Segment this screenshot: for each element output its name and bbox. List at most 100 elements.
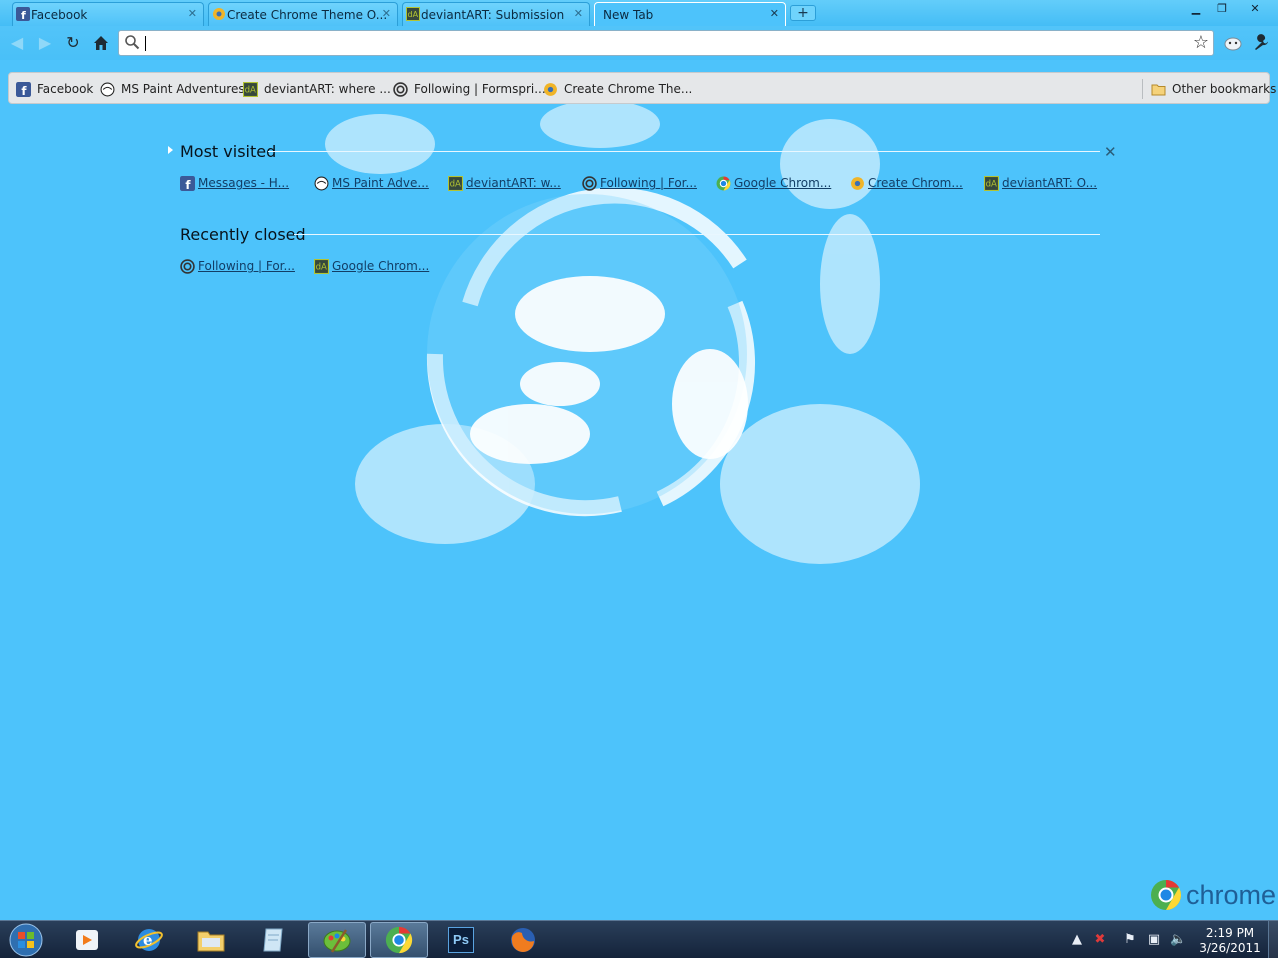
chrome-logo: chrome [1150, 878, 1276, 912]
taskbar-paint-app[interactable] [308, 922, 366, 958]
tab-new-tab[interactable]: New Tab ✕ [594, 2, 786, 26]
bookmark-label: MS Paint Adventures [121, 82, 245, 96]
reload-button[interactable]: ↻ [62, 32, 84, 54]
taskbar-firefox[interactable] [494, 922, 552, 958]
most-visited-link[interactable]: MS Paint Adve... [332, 176, 429, 190]
windows-start-icon [9, 923, 43, 957]
taskbar-internet-explorer[interactable]: e [120, 922, 178, 958]
close-tab-icon[interactable]: ✕ [188, 7, 197, 20]
tab-facebook[interactable]: f Facebook ✕ [12, 2, 204, 26]
wrench-icon [1255, 34, 1268, 50]
close-tab-icon[interactable]: ✕ [770, 7, 779, 20]
start-button[interactable] [2, 922, 50, 958]
most-visited-link[interactable]: Create Chrom... [868, 176, 963, 190]
most-visited-link[interactable]: Google Chrom... [734, 176, 831, 190]
forward-button[interactable]: ▶ [34, 32, 56, 54]
deviantart-icon: dA [448, 175, 463, 191]
facebook-icon: f [16, 81, 31, 97]
home-icon [94, 36, 108, 50]
close-tab-icon[interactable]: ✕ [382, 7, 391, 20]
svg-text:dA: dA [408, 10, 419, 19]
svg-text:dA: dA [245, 85, 256, 95]
show-hidden-icons-icon[interactable]: ▲ [1069, 932, 1085, 948]
svg-text:dA: dA [450, 179, 461, 189]
recently-closed-link[interactable]: Following | For... [198, 259, 295, 273]
chrome-icon [385, 926, 413, 954]
search-icon [125, 35, 140, 50]
formspring-icon [393, 81, 408, 97]
taskbar-file-explorer[interactable] [182, 922, 240, 958]
section-divider [268, 151, 1100, 152]
svg-text:e: e [143, 931, 153, 949]
taskbar-chrome[interactable] [370, 922, 428, 958]
most-visited-link[interactable]: deviantART: w... [466, 176, 561, 190]
tab-create-chrome-theme[interactable]: Create Chrome Theme O... ✕ [208, 2, 398, 26]
other-bookmarks-button[interactable]: Other bookmarks [1151, 80, 1276, 98]
wrench-menu-button[interactable] [1250, 32, 1272, 54]
back-button[interactable]: ◀ [6, 32, 28, 54]
network-icon[interactable]: ▣ [1146, 932, 1162, 948]
close-window-button[interactable]: ✕ [1240, 0, 1270, 18]
recently-closed-item[interactable]: dA Google Chrom... [314, 257, 429, 275]
most-visited-item[interactable]: f Messages - H... [180, 174, 289, 192]
svg-text:f: f [21, 9, 26, 21]
new-tab-button[interactable]: + [790, 5, 816, 21]
bookmark-deviantart[interactable]: dA deviantART: where ... [243, 80, 391, 98]
most-visited-item[interactable]: dA deviantART: O... [984, 174, 1097, 192]
tab-deviantart[interactable]: dA deviantART: Submission ✕ [402, 2, 590, 26]
firefox-icon [511, 928, 535, 952]
facebook-icon: f [180, 175, 195, 191]
most-visited-link[interactable]: Messages - H... [198, 176, 289, 190]
restore-button[interactable]: ❐ [1208, 0, 1236, 18]
text-caret [145, 36, 146, 51]
show-desktop-button[interactable] [1268, 921, 1278, 958]
section-collapse-icon[interactable] [168, 146, 173, 154]
most-visited-title: Most visited [180, 142, 277, 161]
most-visited-link[interactable]: deviantART: O... [1002, 176, 1097, 190]
action-center-flag-icon[interactable]: ⚑ [1122, 932, 1138, 948]
most-visited-item[interactable]: MS Paint Adve... [314, 174, 429, 192]
svg-text:f: f [185, 177, 191, 190]
most-visited-item[interactable]: dA deviantART: w... [448, 174, 561, 192]
tab-title: Facebook [31, 7, 88, 22]
bookmark-label: Following | Formspri... [414, 82, 546, 96]
formspring-icon [180, 258, 195, 274]
chrome-theme-creator-icon [851, 176, 864, 190]
bookmark-label: Create Chrome The... [564, 82, 693, 96]
most-visited-link[interactable]: Following | For... [600, 176, 697, 190]
home-button[interactable] [90, 32, 112, 54]
bookmark-formspring[interactable]: Following | Formspri... [393, 80, 546, 98]
system-clock[interactable]: 2:19 PM 3/26/2011 [1198, 926, 1262, 956]
tab-strip: f Facebook ✕ Create Chrome Theme O... ✕ … [0, 0, 1278, 26]
deviantart-icon: dA [984, 175, 999, 191]
close-section-icon[interactable]: ✕ [1104, 143, 1117, 161]
bookmark-create-chrome-theme[interactable]: Create Chrome The... [543, 80, 692, 98]
most-visited-item[interactable]: Create Chrom... [850, 174, 963, 192]
address-input[interactable] [147, 34, 1177, 52]
svg-text:f: f [21, 83, 27, 96]
page-menu-button[interactable] [1222, 32, 1244, 54]
file-explorer-icon [197, 931, 225, 952]
close-tab-icon[interactable]: ✕ [574, 7, 583, 20]
volume-icon[interactable]: 🔈 [1170, 932, 1186, 948]
facebook-icon: f [16, 7, 30, 21]
forward-arrow-icon: ▶ [38, 33, 52, 52]
bookmark-star-icon[interactable]: ☆ [1193, 32, 1209, 53]
notepad-icon [263, 928, 283, 952]
back-arrow-icon: ◀ [10, 33, 24, 52]
taskbar-media-player[interactable] [58, 922, 116, 958]
toolbar: ◀ ▶ ↻ ☆ [0, 26, 1278, 60]
recently-closed-link[interactable]: Google Chrom... [332, 259, 429, 273]
bookmark-ms-paint-adventures[interactable]: MS Paint Adventures [100, 80, 245, 98]
recently-closed-item[interactable]: Following | For... [180, 257, 295, 275]
security-alert-icon[interactable]: ✖ [1092, 932, 1108, 948]
most-visited-item[interactable]: Following | For... [582, 174, 697, 192]
omnibox[interactable]: ☆ [118, 30, 1214, 56]
bookmark-label: Facebook [37, 82, 94, 96]
bookmark-facebook[interactable]: f Facebook [16, 80, 93, 98]
most-visited-item[interactable]: Google Chrom... [716, 174, 831, 192]
minimize-button[interactable]: ▁ [1182, 0, 1210, 18]
taskbar-notepad[interactable] [244, 922, 302, 958]
deviantart-icon: dA [243, 81, 258, 97]
taskbar-photoshop[interactable]: Ps [432, 922, 490, 958]
